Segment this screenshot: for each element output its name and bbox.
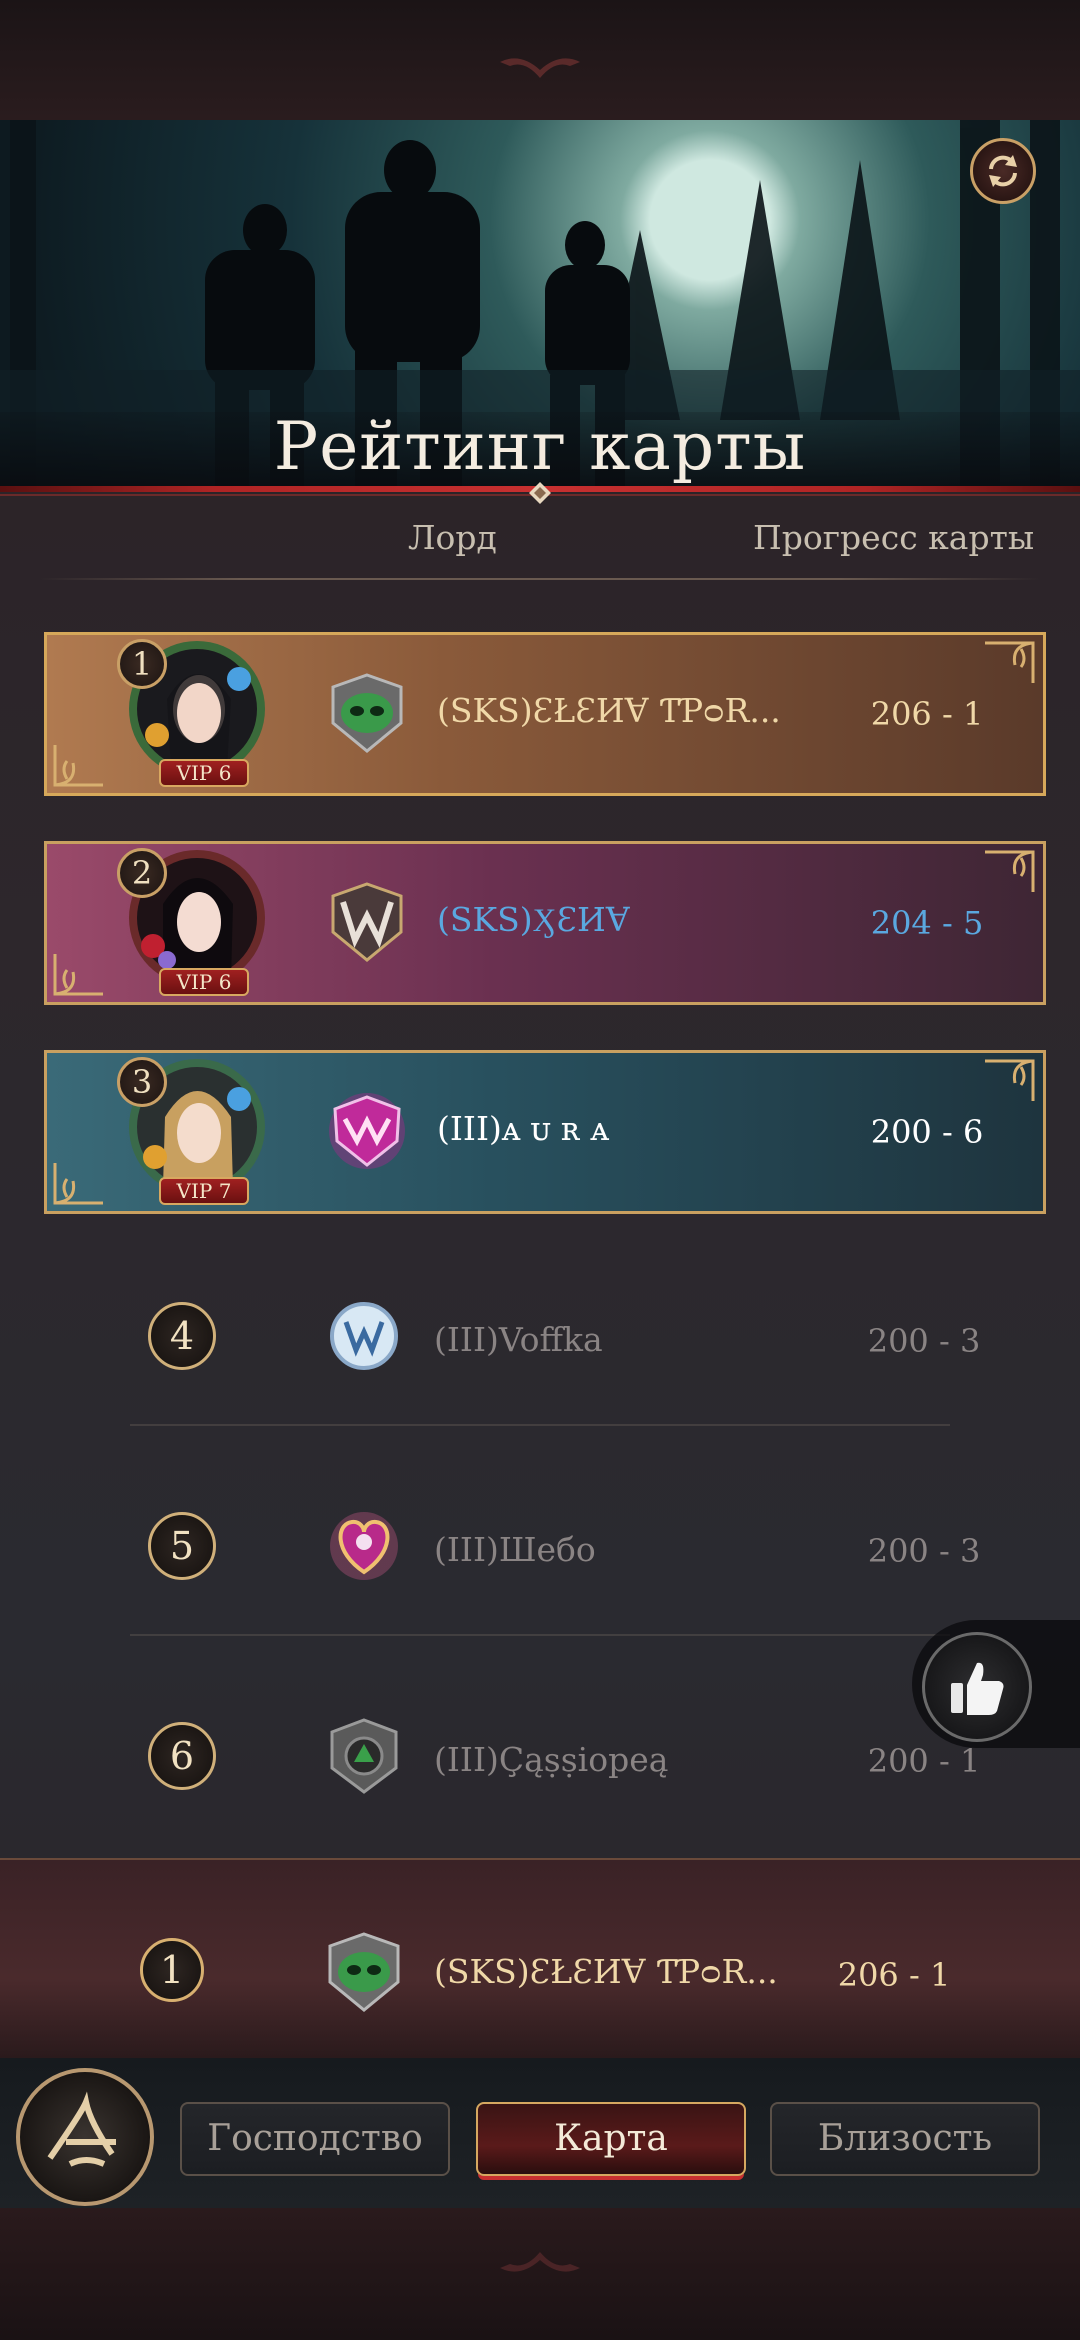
- player-name: (III)Шебо: [434, 1530, 596, 1569]
- player-name: (SKS)ƐŁƐИⱯ ƬƤᴑR...: [434, 1952, 778, 1991]
- player-name: (III)Voffka: [434, 1320, 603, 1359]
- corner-ornament-icon: [53, 954, 103, 996]
- row-separator: [130, 1634, 950, 1636]
- ranking-row-4[interactable]: 4 (III)Voffka 200 - 3: [44, 1262, 1046, 1412]
- player-name: (SKS)ƐŁƐИⱯ ƬƤᴑR...: [437, 691, 781, 730]
- map-progress: 200 - 3: [867, 1322, 981, 1360]
- corner-ornament-icon: [985, 850, 1035, 892]
- corner-ornament-icon: [985, 1059, 1035, 1101]
- map-progress: 206 - 1: [837, 1956, 951, 1994]
- map-progress: 200 - 6: [870, 1113, 984, 1151]
- my-ranking-row[interactable]: 1 (SKS)ƐŁƐИⱯ ƬƤᴑR... 206 - 1: [0, 1858, 1080, 2058]
- map-progress: 204 - 5: [870, 904, 984, 942]
- vip-badge: VIP 6: [159, 759, 249, 787]
- corner-ornament-icon: [53, 745, 103, 787]
- vip-badge: VIP 7: [159, 1177, 249, 1205]
- map-progress: 200 - 3: [867, 1532, 981, 1570]
- ranking-row-2[interactable]: 2 VIP 6 (SKS)ӼƐИⱯ 204 - 5: [44, 841, 1046, 1005]
- ranking-row-5[interactable]: 5 (III)Шебо 200 - 3: [44, 1472, 1046, 1622]
- rank-badge: 1: [140, 1938, 204, 2002]
- row-separator: [130, 1424, 950, 1426]
- player-name: (III)Çąṣṣiopeą: [434, 1740, 669, 1779]
- guild-emblem-icon: [329, 1093, 405, 1169]
- guild-emblem-icon: [330, 1718, 398, 1794]
- ranking-row-1[interactable]: 1 VIP 6 (SKS)ƐŁƐИⱯ ƬƤᴑR... 206 - 1: [44, 632, 1046, 796]
- ranking-row-6[interactable]: 6 (III)Çąṣṣiopeą 200 - 1: [44, 1682, 1046, 1832]
- corner-ornament-icon: [53, 1163, 103, 1205]
- corner-ornament-icon: [985, 641, 1035, 683]
- column-header-lord: Лорд: [408, 518, 497, 557]
- ornament-icon: [500, 2252, 580, 2272]
- thumbs-up-icon: [951, 1662, 1004, 1715]
- player-name: (III)ᴀ ᴜ ʀ ᴀ: [437, 1109, 610, 1148]
- guild-emblem-icon: [330, 1512, 398, 1580]
- rank-badge: 1: [117, 639, 167, 689]
- header-separator: [40, 578, 1040, 580]
- map-progress: 206 - 1: [870, 695, 984, 733]
- page-title: Рейтинг карты: [273, 408, 807, 485]
- diamond-ornament-icon: [529, 482, 551, 504]
- guild-emblem-icon: [330, 1302, 398, 1370]
- rank-badge: 3: [117, 1057, 167, 1107]
- refresh-icon: [989, 155, 1017, 187]
- tab-closeness[interactable]: Близость: [770, 2102, 1040, 2176]
- menu-emblem-icon: [47, 2091, 116, 2167]
- like-button[interactable]: [922, 1632, 1032, 1742]
- column-header-progress: Прогресс карты: [753, 518, 1035, 557]
- tab-dominance[interactable]: Господство: [180, 2102, 450, 2176]
- rank-badge: 6: [148, 1722, 216, 1790]
- bottom-frame: [0, 2208, 1080, 2340]
- menu-button[interactable]: [16, 2068, 154, 2206]
- player-name: (SKS)ӼƐИⱯ: [437, 900, 630, 939]
- guild-emblem-icon: [331, 673, 403, 753]
- top-frame: [0, 0, 1080, 120]
- vip-badge: VIP 6: [159, 968, 249, 996]
- tab-map[interactable]: Карта: [476, 2102, 746, 2176]
- refresh-button[interactable]: [970, 138, 1036, 204]
- guild-emblem-icon: [331, 882, 403, 962]
- ornament-icon: [500, 58, 580, 78]
- rank-badge: 5: [148, 1512, 216, 1580]
- ranking-row-3[interactable]: 3 VIP 7 (III)ᴀ ᴜ ʀ ᴀ 200 - 6: [44, 1050, 1046, 1214]
- guild-emblem-icon: [328, 1932, 400, 2012]
- rank-badge: 4: [148, 1302, 216, 1370]
- rank-badge: 2: [117, 848, 167, 898]
